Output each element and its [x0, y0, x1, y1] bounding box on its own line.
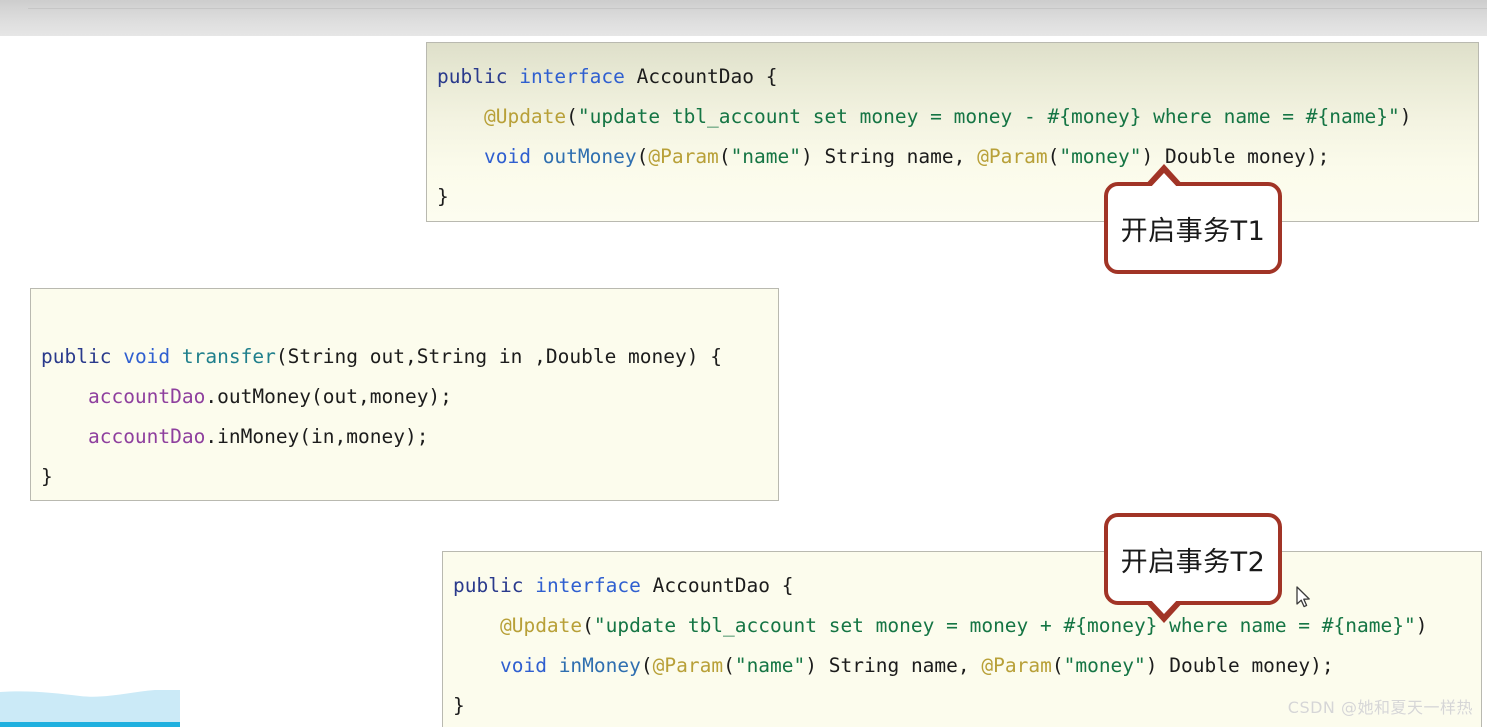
code-token: ) String name, [801, 145, 978, 168]
code-token: ( [1047, 145, 1060, 168]
code-token: "name" [734, 654, 806, 677]
code-line: public interface AccountDao { [437, 57, 1478, 97]
code-token: (String out,String in ,Double money) { [275, 345, 722, 368]
code-token: "name" [730, 145, 802, 168]
code-line: void outMoney(@Param("name") String name… [437, 137, 1478, 177]
code-token: "update tbl_account set money = money + … [593, 614, 1416, 637]
code-token: ( [640, 654, 653, 677]
code-token: ( [718, 145, 731, 168]
code-token: void [123, 345, 171, 368]
top-band-divider [28, 8, 1487, 9]
code-token: public [453, 574, 524, 597]
code-token: accountDao [87, 385, 206, 408]
code-line: void inMoney(@Param("name") String name,… [453, 646, 1481, 686]
code-token: @Param [648, 145, 719, 168]
code-token: inMoney [558, 654, 641, 677]
code-token: ( [723, 654, 735, 677]
code-block-transfer-service: public void transfer(String out,String i… [30, 288, 779, 501]
code-token: ( [566, 105, 578, 128]
code-token: .inMoney(in,money); [205, 425, 429, 448]
code-token: void [483, 145, 531, 168]
csdn-watermark: CSDN @她和夏天一样热 [1287, 698, 1473, 717]
code-line: accountDao.inMoney(in,money); [41, 417, 778, 457]
code-token: AccountDao { [624, 65, 778, 88]
code-token: @Param [652, 654, 724, 677]
code-token: } [437, 185, 449, 208]
code-token: public [437, 65, 508, 88]
callout-tail-down-fill-icon [1149, 598, 1179, 614]
callout-t2-label: 开启事务T2 [1120, 546, 1266, 578]
slide-canvas: public interface AccountDao { @Update("u… [0, 0, 1487, 727]
code-line: } [437, 177, 1478, 217]
code-token: interface [535, 574, 641, 597]
code-line: @Update("update tbl_account set money = … [453, 606, 1481, 646]
callout-transaction-t1: 开启事务T1 [1104, 164, 1282, 274]
top-gradient-band [0, 0, 1487, 36]
code-line: public interface AccountDao { [453, 566, 1481, 606]
mouse-pointer-icon [1296, 586, 1314, 614]
code-token: accountDao [87, 425, 206, 448]
code-token: .outMoney(out,money); [205, 385, 452, 408]
code-token: public [41, 345, 112, 368]
code-token: @Update [499, 614, 583, 637]
area-chart-fragment [0, 683, 180, 727]
code-token: void [499, 654, 547, 677]
code-line: @Update("update tbl_account set money = … [437, 97, 1478, 137]
code-token: outMoney [542, 145, 637, 168]
callout-tail-up-fill-icon [1149, 173, 1179, 189]
callout-t1-label: 开启事务T1 [1120, 215, 1266, 247]
code-token: ) String name, [805, 654, 982, 677]
code-token: } [41, 465, 53, 488]
code-token: transfer [181, 345, 276, 368]
chart-axis-line [0, 722, 180, 727]
code-token: @Param [977, 145, 1048, 168]
code-line: accountDao.outMoney(out,money); [41, 377, 778, 417]
code-token: ) [1399, 105, 1412, 128]
code-token: AccountDao { [640, 574, 794, 597]
code-token: ( [636, 145, 649, 168]
area-chart-svg [0, 690, 180, 727]
code-token: @Update [483, 105, 567, 128]
code-token: "update tbl_account set money = money - … [577, 105, 1400, 128]
code-token: "money" [1059, 145, 1142, 168]
code-line: } [41, 457, 778, 497]
code-token: } [453, 694, 465, 717]
code-line: public void transfer(String out,String i… [41, 337, 778, 377]
code-token: ( [1051, 654, 1064, 677]
code-token: ( [582, 614, 594, 637]
code-token: ) Double money); [1145, 654, 1334, 677]
callout-transaction-t2: 开启事务T2 [1104, 513, 1282, 623]
code-block-account-dao-outmoney: public interface AccountDao { @Update("u… [426, 42, 1479, 222]
code-token: @Param [981, 654, 1052, 677]
chart-area-fill [0, 690, 180, 723]
code-token: ) [1415, 614, 1428, 637]
code-token: "money" [1063, 654, 1146, 677]
code-token: interface [519, 65, 625, 88]
